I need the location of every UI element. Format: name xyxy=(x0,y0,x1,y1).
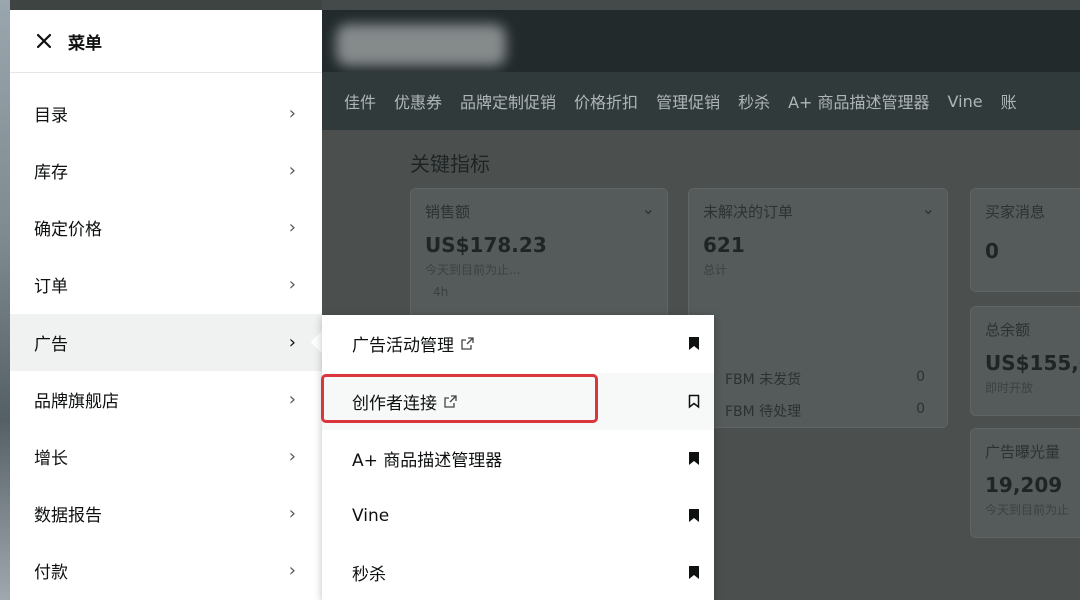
submenu-item-label: 秒杀 xyxy=(352,565,386,585)
card-title: 未解决的订单 xyxy=(703,203,794,221)
chevron-down-icon: ⌄ xyxy=(921,199,935,218)
chevron-right-icon: › xyxy=(288,274,296,295)
menu-item-orders[interactable]: 订单 › xyxy=(10,256,322,313)
card-subtext: 总计 xyxy=(703,263,728,277)
nav-bar: 佳件 优惠券 品牌定制促销 价格折扣 管理促销 秒杀 A+ 商品描述管理器 Vi… xyxy=(322,72,1080,130)
nav-item: 秒杀 xyxy=(738,93,771,112)
menu-item-label: 目录 xyxy=(34,106,68,126)
chevron-right-icon: › xyxy=(288,332,296,353)
menu-item-label: 确定价格 xyxy=(34,220,102,240)
card-value: 0 xyxy=(985,239,999,263)
bookmark-filled-icon[interactable] xyxy=(688,336,700,351)
submenu-item-a-plus-manager[interactable]: A+ 商品描述管理器 xyxy=(322,430,714,487)
chevron-right-icon: › xyxy=(288,389,296,410)
nav-item: 价格折扣 xyxy=(574,93,639,112)
bookmark-filled-icon[interactable] xyxy=(688,451,700,466)
menu-item-label: 品牌旗舰店 xyxy=(34,392,119,412)
row-label: FBM 待处理 xyxy=(725,404,802,420)
card-title: 买家消息 xyxy=(985,203,1046,221)
nav-item: 账 xyxy=(1000,93,1017,112)
menu-item-growth[interactable]: 增长 › xyxy=(10,428,322,485)
advertising-submenu: 广告活动管理 创作者连接 A+ 商品描述管理器 Vine 秒杀 xyxy=(322,315,714,600)
orders-row: FBM 待处理 0 xyxy=(725,401,925,421)
menu-item-brand-store[interactable]: 品牌旗舰店 › xyxy=(10,371,322,428)
menu-item-pricing[interactable]: 确定价格 › xyxy=(10,199,322,256)
blurred-store-name xyxy=(336,24,506,66)
card-value: 621 xyxy=(703,233,745,257)
chevron-right-icon: › xyxy=(288,160,296,181)
orders-row: FBM 未发货 0 xyxy=(725,369,925,389)
menu-item-reports[interactable]: 数据报告 › xyxy=(10,485,322,542)
menu-item-catalog[interactable]: 目录 › xyxy=(10,85,322,142)
nav-item: 优惠券 xyxy=(394,93,443,112)
bookmark-filled-icon[interactable] xyxy=(688,508,700,523)
menu-item-label: 数据报告 xyxy=(34,506,102,526)
menu-item-label: 订单 xyxy=(34,277,68,297)
card-value: US$178.23 xyxy=(425,233,547,257)
card-title: 销售额 xyxy=(425,203,471,221)
card-title: 总余额 xyxy=(985,321,1031,339)
bookmark-filled-icon[interactable] xyxy=(688,565,700,580)
section-title: 关键指标 xyxy=(410,152,490,176)
nav-item: A+ 商品描述管理器 xyxy=(788,93,930,112)
chevron-right-icon: › xyxy=(288,446,296,467)
chevron-down-icon: ⌄ xyxy=(641,199,655,218)
menu-item-inventory[interactable]: 库存 › xyxy=(10,142,322,199)
nav-item: 佳件 xyxy=(344,93,377,112)
chevron-right-icon: › xyxy=(288,503,296,524)
menu-item-advertising[interactable]: 广告 › xyxy=(10,314,322,371)
open-orders-card: 未解决的订单 ⌄ 621 总计 FBM 未发货 0 FBM 待处理 0 xyxy=(688,188,948,428)
submenu-item-label: 广告活动管理 xyxy=(352,336,454,356)
nav-item: 品牌定制促销 xyxy=(460,93,557,112)
card-value: US$155,0 xyxy=(985,351,1080,375)
submenu-item-campaign-manager[interactable]: 广告活动管理 xyxy=(322,315,714,372)
menu-item-label: 广告 xyxy=(34,335,68,355)
card-extra: 4h xyxy=(433,285,449,299)
row-label: FBM 未发货 xyxy=(725,372,802,388)
bookmark-outline-icon[interactable] xyxy=(688,394,700,409)
close-icon[interactable] xyxy=(34,31,54,51)
menu-item-label: 增长 xyxy=(34,449,68,469)
menu-item-payments[interactable]: 付款 › xyxy=(10,542,322,599)
chevron-right-icon: › xyxy=(288,217,296,238)
balance-card: 总余额 US$155,0 即时开放 xyxy=(970,306,1080,416)
submenu-item-label: 创作者连接 xyxy=(352,394,437,414)
submenu-item-label: Vine xyxy=(352,505,390,526)
row-value: 0 xyxy=(916,401,925,417)
submenu-item-lightning-deals[interactable]: 秒杀 xyxy=(322,544,714,600)
card-subtext: 今天到目前为止... xyxy=(425,263,521,277)
nav-item: Vine xyxy=(947,91,983,111)
card-value: 19,209 xyxy=(985,473,1063,497)
row-value: 0 xyxy=(916,369,925,385)
impressions-card: 广告曝光量 19,209 今天到目前为止 xyxy=(970,428,1080,538)
card-subtext: 即时开放 xyxy=(985,381,1034,395)
background-image-strip xyxy=(0,0,10,600)
card-subtext: 今天到目前为止 xyxy=(985,503,1070,517)
external-link-icon xyxy=(460,336,475,351)
nav-item: 管理促销 xyxy=(656,93,721,112)
submenu-item-label: A+ 商品描述管理器 xyxy=(352,451,503,471)
top-bar xyxy=(322,10,1080,72)
buyer-messages-card: 买家消息 0 xyxy=(970,188,1080,292)
side-menu: 菜单 目录 › 库存 › 确定价格 › 订单 › 广告 › 品牌旗舰店 › 增长… xyxy=(10,10,322,600)
chevron-right-icon: › xyxy=(288,103,296,124)
submenu-item-creator-connections[interactable]: 创作者连接 xyxy=(322,373,714,430)
menu-header: 菜单 xyxy=(10,10,322,73)
menu-item-label: 库存 xyxy=(34,163,68,183)
submenu-item-vine[interactable]: Vine xyxy=(322,487,714,544)
menu-title: 菜单 xyxy=(68,33,102,54)
card-title: 广告曝光量 xyxy=(985,443,1061,461)
external-link-icon xyxy=(443,394,458,409)
menu-item-label: 付款 xyxy=(34,563,68,583)
chevron-right-icon: › xyxy=(288,560,296,581)
